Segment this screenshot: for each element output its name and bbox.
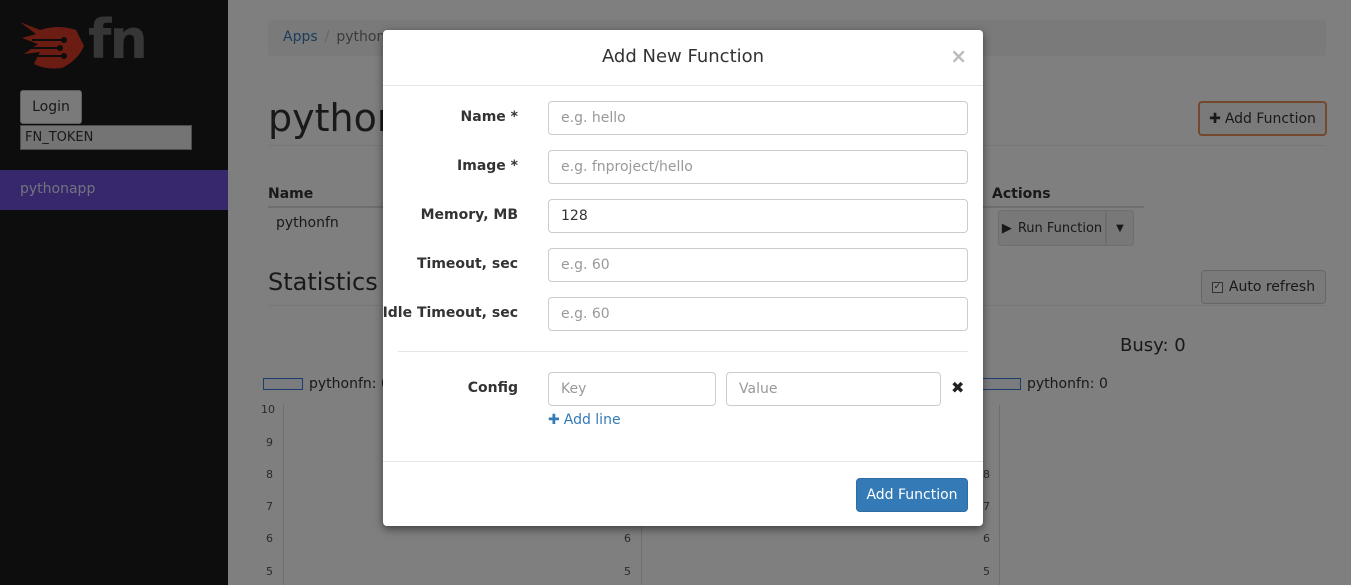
form-divider [398, 351, 968, 352]
timeout-label: Timeout, sec [416, 256, 518, 272]
submit-add-function-button[interactable]: Add Function [856, 478, 968, 512]
name-label: Name * [460, 109, 518, 125]
config-key-input[interactable] [548, 372, 716, 406]
config-label: Config [467, 380, 518, 396]
name-field[interactable] [548, 101, 968, 135]
add-line-label: Add line [563, 412, 621, 428]
config-value-input[interactable] [726, 372, 941, 406]
timeout-field[interactable] [548, 248, 968, 282]
plus-icon: ✚ [548, 412, 560, 428]
image-label: Image * [457, 158, 518, 174]
memory-field[interactable] [548, 199, 968, 233]
close-icon[interactable]: × [950, 44, 967, 68]
image-field[interactable] [548, 150, 968, 184]
remove-config-icon[interactable]: ✖ [951, 378, 964, 397]
modal-header: Add New Function × [383, 30, 983, 86]
memory-label: Memory, MB [420, 207, 518, 223]
modal-title: Add New Function [601, 46, 765, 67]
modal-footer: Add Function [383, 461, 983, 526]
idle-timeout-label: Idle Timeout, sec [382, 305, 518, 321]
idle-timeout-field[interactable] [548, 297, 968, 331]
add-config-line-link[interactable]: ✚ Add line [548, 412, 621, 428]
add-function-modal: Add New Function × Name * Image * Memory… [383, 30, 983, 526]
